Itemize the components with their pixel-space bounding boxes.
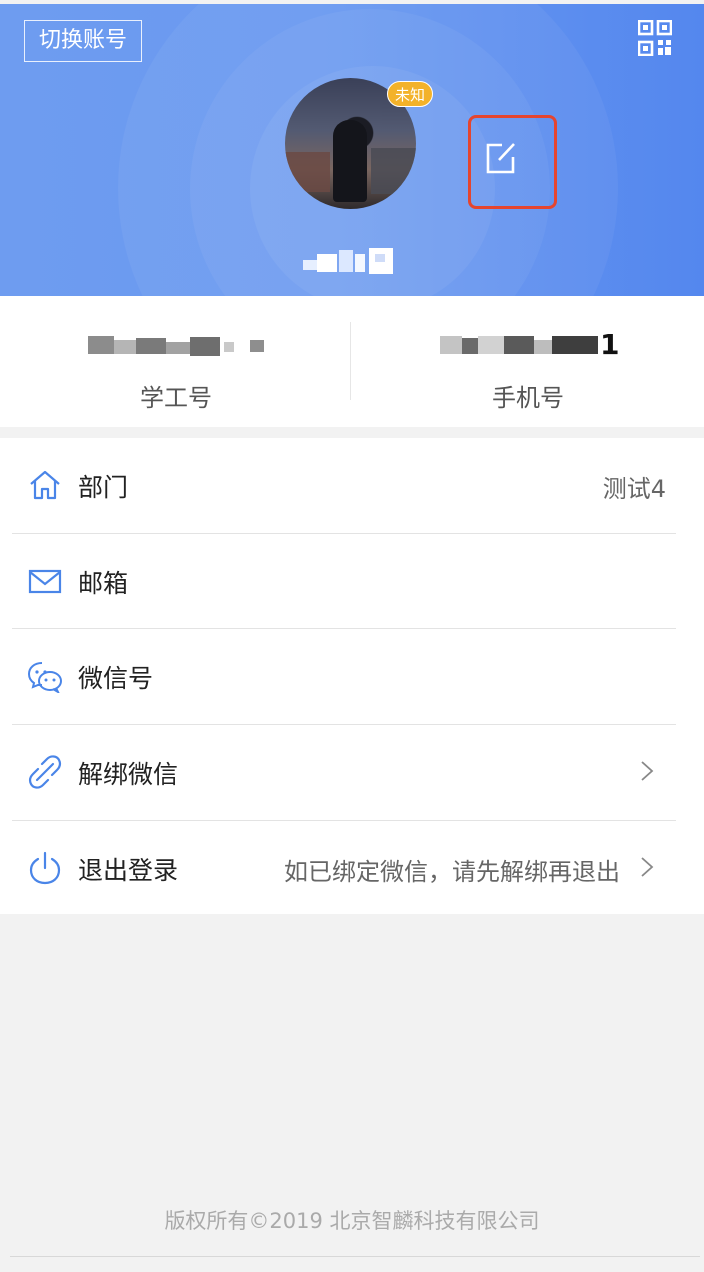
- wechat-icon: [28, 662, 62, 693]
- list-item-department[interactable]: 部门 测试4: [0, 438, 704, 533]
- unlink-icon: [28, 755, 62, 789]
- status-badge: 未知: [387, 81, 433, 107]
- mail-icon: [28, 569, 62, 594]
- unbind-wechat-label: 解绑微信: [78, 760, 179, 789]
- student-id-column: 学工号: [0, 296, 352, 427]
- edit-icon[interactable]: [485, 141, 517, 175]
- qrcode-icon[interactable]: [637, 19, 673, 57]
- list-item-wechat[interactable]: 微信号: [0, 629, 704, 724]
- chevron-right-icon: [641, 761, 654, 781]
- list-item-unbind-wechat[interactable]: 解绑微信: [0, 725, 704, 820]
- bottom-divider: [10, 1256, 700, 1257]
- home-icon: [30, 470, 60, 500]
- username-redacted: [303, 248, 393, 274]
- phone-column: 1 手机号: [352, 296, 704, 427]
- wechat-label: 微信号: [78, 664, 154, 693]
- department-value: 测试4: [602, 475, 666, 503]
- student-id-redacted: [88, 336, 264, 356]
- email-label: 邮箱: [78, 569, 129, 598]
- phone-redacted: [440, 336, 598, 354]
- account-info: 学工号 1 手机号: [0, 296, 704, 427]
- settings-list: 部门 测试4 邮箱 微信号 解绑微信 退出登录 如已绑定微信，请先解绑再退出: [0, 438, 704, 914]
- info-divider: [350, 322, 351, 400]
- phone-label: 手机号: [492, 384, 564, 412]
- logout-hint: 如已绑定微信，请先解绑再退出: [284, 858, 620, 886]
- chevron-right-icon: [641, 857, 654, 877]
- list-item-logout[interactable]: 退出登录 如已绑定微信，请先解绑再退出: [0, 821, 704, 916]
- list-item-email[interactable]: 邮箱: [0, 534, 704, 629]
- logout-label: 退出登录: [78, 856, 179, 885]
- department-label: 部门: [78, 473, 129, 502]
- phone-tail: 1: [600, 328, 620, 361]
- power-icon: [29, 851, 61, 885]
- student-id-label: 学工号: [140, 384, 212, 412]
- copyright-footer: 版权所有©2019 北京智麟科技有限公司: [164, 1209, 540, 1233]
- switch-account-button[interactable]: 切换账号: [24, 20, 142, 62]
